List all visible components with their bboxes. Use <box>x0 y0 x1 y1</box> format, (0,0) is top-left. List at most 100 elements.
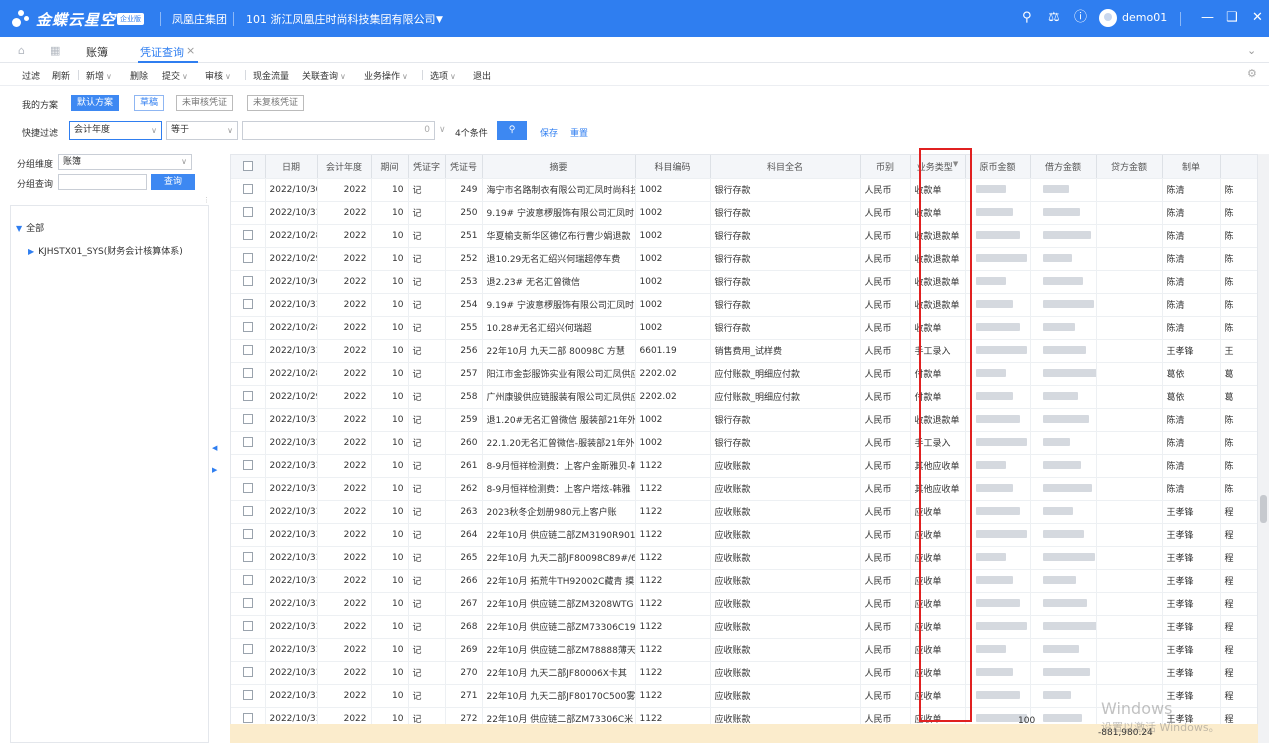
row-checkbox[interactable] <box>231 178 266 202</box>
search-button[interactable]: ⚲ <box>497 121 527 140</box>
select-all-checkbox[interactable] <box>231 155 266 179</box>
col-account-code[interactable]: 科目编码 <box>635 155 711 179</box>
row-checkbox[interactable] <box>231 247 266 271</box>
row-checkbox[interactable] <box>231 316 266 340</box>
user-name[interactable]: demo01 <box>1122 11 1167 24</box>
table-row[interactable]: 2022/10/31 2022 10 记 261 8-9月恒祥检测费：上客户金斯雅贝-韩 1… <box>231 454 1257 478</box>
tab-close-icon[interactable]: × <box>186 44 195 57</box>
restore-icon[interactable]: ❑ <box>1226 11 1238 25</box>
scheme-unaudited[interactable]: 未审核凭证 <box>176 95 234 111</box>
table-row[interactable]: 2022/10/31 2022 10 记 263 2023秋冬企划册980元上客户账 112… <box>231 500 1257 524</box>
company-selector[interactable]: 101 浙江凤凰庄时尚科技集团有限公司 <box>246 11 436 27</box>
row-checkbox[interactable] <box>231 270 266 294</box>
table-row[interactable]: 2022/10/31 2022 10 记 266 22年10月 拓荒牛TH92002C藏青… <box>231 569 1257 593</box>
row-checkbox[interactable] <box>231 454 266 478</box>
table-row[interactable]: 2022/10/31 2022 10 记 254 9.19# 宁波意椤服饰有限公司汇凤时尚… <box>231 293 1257 317</box>
collapse-left-icon[interactable]: ◀ <box>212 444 217 452</box>
row-checkbox[interactable] <box>231 293 266 317</box>
settings-gear-icon[interactable]: ⚙ <box>1247 67 1257 80</box>
tree-node-all[interactable]: ▼ 全部 <box>16 221 44 234</box>
col-business-type[interactable]: 业务类型▼ <box>910 155 966 179</box>
col-voucher-word[interactable]: 凭证字 <box>408 155 446 179</box>
col-date[interactable]: 日期 <box>265 155 318 179</box>
table-row[interactable]: 2022/10/28 2022 10 记 255 10.28#无名汇绍兴何瑞超 1002 银行… <box>231 316 1257 340</box>
audit-button[interactable]: 审核 ∨ <box>205 69 231 82</box>
scheme-default[interactable]: 默认方案 <box>71 95 120 111</box>
col-debit[interactable]: 借方金额 <box>1030 155 1097 179</box>
row-checkbox[interactable] <box>231 362 266 386</box>
group-dim-select[interactable]: 账簿 ∨ <box>58 154 192 170</box>
chevron-down-icon[interactable]: ⌄ <box>1247 44 1256 57</box>
reset-link[interactable]: 重置 <box>570 126 588 139</box>
col-account-name[interactable]: 科目全名 <box>710 155 861 179</box>
submit-button[interactable]: 提交 ∨ <box>162 69 188 82</box>
col-year[interactable]: 会计年度 <box>317 155 372 179</box>
table-row[interactable]: 2022/10/31 2022 10 记 268 22年10月 供应链二部ZM73306C… <box>231 615 1257 639</box>
row-checkbox[interactable] <box>231 500 266 524</box>
close-icon[interactable]: ✕ <box>1252 11 1263 25</box>
exit-button[interactable]: 退出 <box>473 69 491 82</box>
apps-grid-icon[interactable]: ▦ <box>50 44 60 57</box>
table-row[interactable]: 2022/10/31 2022 10 记 267 22年10月 供应链二部ZM3208WT… <box>231 592 1257 616</box>
row-checkbox[interactable] <box>231 224 266 248</box>
tab-voucher-query[interactable]: 凭证查询 <box>140 44 184 60</box>
table-row[interactable]: 2022/10/28 2022 10 记 251 华夏榆支新华区德亿布行曹少娟退款 1002… <box>231 224 1257 248</box>
table-row[interactable]: 2022/10/31 2022 10 记 250 9.19# 宁波意椤服饰有限公司汇凤时尚… <box>231 201 1257 225</box>
business-ops-button[interactable]: 业务操作 ∨ <box>364 69 408 82</box>
table-row[interactable]: 2022/10/31 2022 10 记 265 22年10月 九天二部JF80098C8… <box>231 546 1257 570</box>
search-icon[interactable]: ⚲ <box>1022 11 1032 25</box>
col-period[interactable]: 期间 <box>371 155 409 179</box>
group-query-input[interactable] <box>58 174 147 190</box>
expand-right-icon[interactable]: ▶ <box>212 466 217 474</box>
cashflow-button[interactable]: 现金流量 <box>253 69 289 82</box>
row-checkbox[interactable] <box>231 638 266 662</box>
table-row[interactable]: 2022/10/31 2022 10 记 270 22年10月 九天二部JF80006X卡… <box>231 661 1257 685</box>
group-query-button[interactable]: 查询 <box>151 174 195 190</box>
table-row[interactable]: 2022/10/31 2022 10 记 264 22年10月 供应链二部ZM3190R9… <box>231 523 1257 547</box>
row-checkbox[interactable] <box>231 684 266 708</box>
row-checkbox[interactable] <box>231 431 266 455</box>
row-checkbox[interactable] <box>231 385 266 409</box>
col-voucher-no[interactable]: 凭证号 <box>445 155 483 179</box>
row-checkbox[interactable] <box>231 523 266 547</box>
refresh-button[interactable]: 刷新 <box>52 69 70 82</box>
options-button[interactable]: 选项 ∨ <box>430 69 456 82</box>
resize-handle-icon[interactable]: ⋮ <box>203 196 210 204</box>
col-summary[interactable]: 摘要 <box>482 155 636 179</box>
table-row[interactable]: 2022/10/31 2022 10 记 256 22年10月 九天二部 80098C 方… <box>231 339 1257 363</box>
table-row[interactable]: 2022/10/29 2022 10 记 252 退10.29无名汇绍兴何瑞超停车费 100… <box>231 247 1257 271</box>
save-link[interactable]: 保存 <box>540 126 558 139</box>
row-checkbox[interactable] <box>231 201 266 225</box>
col-extra[interactable] <box>1220 155 1257 179</box>
table-row[interactable]: 2022/10/29 2022 10 记 258 广州康骏供应链服装有限公司汇凤供应 220… <box>231 385 1257 409</box>
filter-value-input[interactable]: 0 <box>242 121 435 140</box>
related-query-button[interactable]: 关联查询 ∨ <box>302 69 346 82</box>
table-row[interactable]: 2022/10/28 2022 10 记 257 阳江市金彭服饰实业有限公司汇凤供应 220… <box>231 362 1257 386</box>
bell-icon[interactable]: ⚖ <box>1048 11 1060 25</box>
table-row[interactable]: 2022/10/31 2022 10 记 259 退1.20#无名汇曾微信 服装部21年外… <box>231 408 1257 432</box>
vertical-scrollbar[interactable] <box>1258 154 1269 743</box>
col-original-amount[interactable]: 原币金额 <box>965 155 1031 179</box>
minimize-icon[interactable]: — <box>1201 11 1214 25</box>
filter-field-select[interactable]: 会计年度 ∨ <box>69 121 162 140</box>
row-checkbox[interactable] <box>231 408 266 432</box>
expand-double-chevron-icon[interactable]: ∨ <box>439 125 446 135</box>
row-checkbox[interactable] <box>231 592 266 616</box>
table-row[interactable]: 2022/10/30 2022 10 记 253 退2.23# 无名汇曾微信 1002 银行存… <box>231 270 1257 294</box>
row-checkbox[interactable] <box>231 477 266 501</box>
filter-button[interactable]: 过滤 <box>22 69 40 82</box>
col-currency[interactable]: 币别 <box>860 155 911 179</box>
dropdown-caret-icon[interactable]: ▼ <box>436 13 443 27</box>
delete-button[interactable]: 删除 <box>130 69 148 82</box>
org-name[interactable]: 凤凰庄集团 <box>172 11 227 27</box>
row-checkbox[interactable] <box>231 569 266 593</box>
row-checkbox[interactable] <box>231 339 266 363</box>
table-row[interactable]: 2022/10/30 2022 10 记 249 海宁市名路制衣有限公司汇凤时尚科技 100… <box>231 178 1257 202</box>
row-checkbox[interactable] <box>231 661 266 685</box>
table-row[interactable]: 2022/10/31 2022 10 记 262 8-9月恒祥检测费：上客户塔炫-韩雅 11… <box>231 477 1257 501</box>
condition-count[interactable]: 4个条件 <box>455 126 488 139</box>
table-row[interactable]: 2022/10/31 2022 10 记 269 22年10月 供应链二部ZM78888薄… <box>231 638 1257 662</box>
col-maker[interactable]: 制单 <box>1162 155 1221 179</box>
filter-operator-select[interactable]: 等于 ∨ <box>166 121 238 140</box>
table-row[interactable]: 2022/10/31 2022 10 记 260 22.1.20无名汇曾微信-服装部21年… <box>231 431 1257 455</box>
